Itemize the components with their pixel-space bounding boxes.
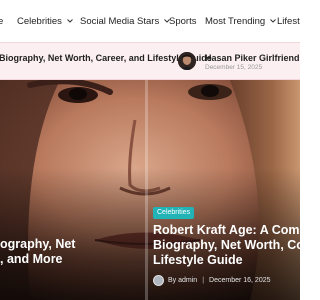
nav-item-sports[interactable]: Sports: [169, 13, 196, 29]
nav-item-home[interactable]: e: [0, 13, 3, 29]
post-meta: By admin | December 16, 2025: [153, 274, 271, 286]
hero-divider: [145, 80, 148, 300]
nav-item-label: e: [0, 15, 4, 27]
nav-item-celebrities[interactable]: Celebrities: [17, 13, 73, 29]
left-post-title-line: ography, Net: [0, 237, 76, 251]
chevron-down-icon: [67, 18, 73, 24]
nav-item-lifestyle[interactable]: Lifest: [277, 13, 300, 29]
author-avatar: [153, 274, 164, 286]
author-name[interactable]: By admin: [168, 277, 197, 284]
right-post-title-line: Biography, Net Worth, Co: [153, 238, 304, 252]
ticker-item-date: December 15, 2025: [205, 64, 263, 71]
nav-item-social-media-stars[interactable]: Social Media Stars: [80, 13, 171, 29]
nav-item-label: Sports: [169, 15, 197, 27]
nav-item-label: Celebrities: [17, 15, 62, 27]
meta-separator: |: [202, 276, 205, 284]
left-post-title[interactable]: ography, Net , and More: [0, 237, 140, 267]
right-post-title-line: Lifestyle Guide: [153, 253, 243, 267]
nav-item-label: Social Media Stars: [80, 15, 160, 27]
top-navigation: e Celebrities Social Media Stars Sports …: [0, 0, 300, 42]
nav-item-label: Lifest: [277, 15, 300, 27]
left-post-title-line: , and More: [0, 252, 63, 266]
nav-item-most-trending[interactable]: Most Trending: [205, 13, 277, 29]
trending-ticker: Biography, Net Worth, Career, and Lifest…: [0, 42, 300, 80]
post-date: December 16, 2025: [209, 276, 271, 284]
chevron-down-icon: [270, 18, 277, 24]
category-badge[interactable]: Celebrities: [153, 207, 195, 219]
right-post-title-line: Robert Kraft Age: A Comp: [153, 223, 308, 237]
nav-item-label: Most Trending: [205, 15, 266, 27]
right-post-title[interactable]: Robert Kraft Age: A Comp Biography, Net …: [153, 223, 308, 268]
ticker-item-title[interactable]: Hasan Piker Girlfriend, Age, H: [205, 53, 300, 63]
ticker-thumbnail[interactable]: [178, 52, 196, 70]
